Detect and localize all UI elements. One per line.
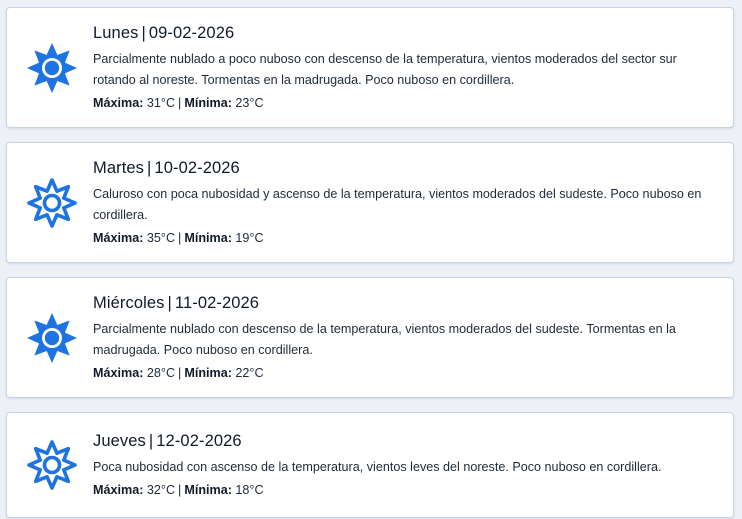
temp-separator: | [178, 482, 182, 497]
max-label: Máxima: [93, 365, 144, 380]
min-temp: 18°C [235, 482, 264, 497]
forecast-description: Parcialmente nublado con descenso de la … [93, 321, 676, 357]
day-date: 12-02-2026 [156, 431, 242, 450]
forecast-card-body: Lunes | 09-02-2026 Parcialmente nublado a … [93, 22, 723, 114]
temp-separator: | [178, 230, 182, 245]
temperature-range: Máxima: 31°C | Mínima: 23°C [93, 93, 723, 114]
forecast-list: Lunes | 09-02-2026 Parcialmente nublado a … [6, 7, 734, 518]
max-temp: 32°C [146, 482, 176, 497]
min-temp: 19°C [235, 230, 264, 245]
sun-outline-icon-graphic [27, 440, 77, 490]
forecast-day-title: Martes | 10-02-2026 [93, 159, 723, 178]
sun-outline-icon [23, 174, 81, 232]
max-temp: 31°C [146, 95, 176, 110]
title-separator: | [147, 158, 152, 177]
title-separator: | [167, 293, 172, 312]
day-name: Miércoles [93, 293, 165, 312]
temp-separator: | [178, 95, 182, 110]
min-label: Mínima: [184, 482, 232, 497]
day-date: 10-02-2026 [154, 158, 240, 177]
forecast-description: Parcialmente nublado a poco nuboso con d… [93, 51, 677, 87]
min-label: Mínima: [184, 365, 232, 380]
max-label: Máxima: [93, 95, 144, 110]
temperature-range: Máxima: 28°C | Mínima: 22°C [93, 363, 723, 384]
forecast-day-title: Jueves | 12-02-2026 [93, 432, 723, 451]
max-temp: 35°C [146, 230, 176, 245]
day-date: 11-02-2026 [174, 293, 260, 312]
min-temp: 23°C [235, 95, 264, 110]
forecast-description: Caluroso con poca nubosidad y ascenso de… [93, 186, 702, 222]
forecast-day-title: Miércoles | 11-02-2026 [93, 294, 723, 313]
temp-separator: | [178, 365, 182, 380]
sun-outline-icon-graphic [27, 177, 77, 228]
forecast-day-title: Lunes | 09-02-2026 [93, 24, 723, 43]
day-name: Jueves [93, 431, 146, 450]
max-label: Máxima: [93, 482, 144, 497]
day-name: Lunes [93, 23, 139, 42]
sun-icon-graphic [27, 312, 77, 363]
min-label: Mínima: [184, 95, 232, 110]
day-name: Martes [93, 158, 145, 177]
sun-outline-rays [27, 440, 77, 490]
sun-outline-icon [23, 436, 81, 494]
min-temp: 22°C [235, 365, 264, 380]
sun-outline-rays [27, 177, 77, 228]
forecast-description: Poca nubosidad con ascenso de la tempera… [93, 459, 662, 474]
title-separator: | [148, 431, 154, 450]
forecast-card-body: Jueves | 12-02-2026 Poca nubosidad con asc… [93, 430, 723, 501]
temperature-range: Máxima: 35°C | Mínima: 19°C [93, 228, 723, 249]
sun-icon-graphic [27, 42, 77, 93]
min-label: Mínima: [184, 230, 232, 245]
title-separator: | [141, 23, 146, 42]
forecast-card-jueves: Jueves | 12-02-2026 Poca nubosidad con asc… [6, 412, 734, 518]
forecast-card-body: Martes | 10-02-2026 Caluroso con poca nubo… [93, 157, 723, 249]
forecast-card-martes: Martes | 10-02-2026 Caluroso con poca nubo… [6, 142, 734, 263]
sun-icon [23, 309, 81, 367]
max-label: Máxima: [93, 230, 144, 245]
forecast-card-miercoles: Miércoles | 11-02-2026 Parcialmente nublad… [6, 277, 734, 398]
max-temp: 28°C [146, 365, 176, 380]
forecast-card-body: Miércoles | 11-02-2026 Parcialmente nublad… [93, 292, 723, 384]
sun-icon [23, 39, 81, 97]
temperature-range: Máxima: 32°C | Mínima: 18°C [93, 480, 723, 501]
day-date: 09-02-2026 [148, 23, 235, 42]
forecast-card-lunes: Lunes | 09-02-2026 Parcialmente nublado a … [6, 7, 734, 128]
